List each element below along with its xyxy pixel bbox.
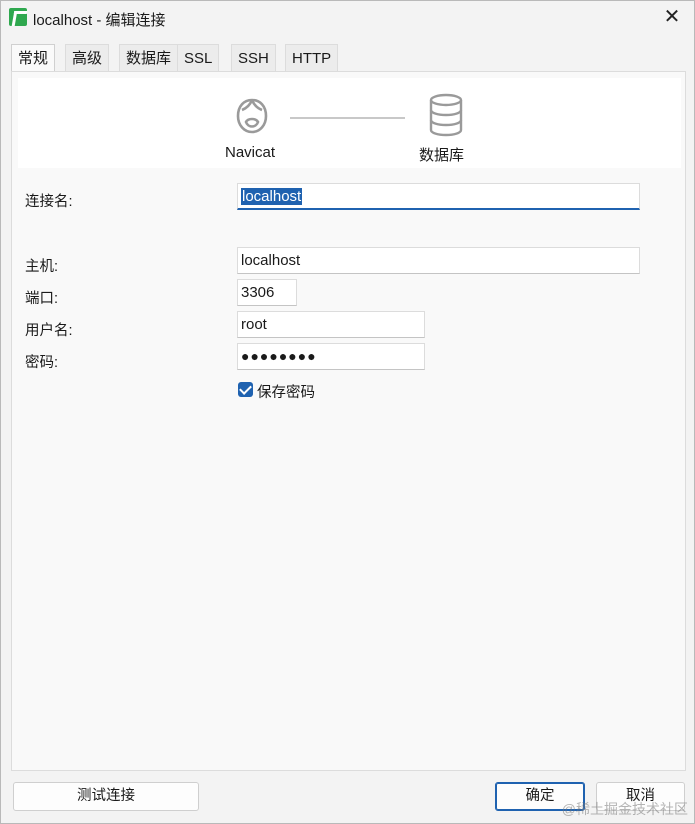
database-label: 数据库 (419, 147, 465, 164)
save-password-label[interactable]: 保存密码 (257, 381, 315, 402)
window-title: localhost - 编辑连接 (33, 12, 166, 29)
password-label: 密码: (25, 355, 59, 371)
close-icon[interactable]: ✕ (660, 5, 684, 29)
tab-bar: 常规 高级 数据库 SSL SSH HTTP (11, 44, 686, 73)
username-label: 用户名: (25, 323, 73, 339)
edit-connection-window: localhost - 编辑连接 ✕ 常规 高级 数据库 SSL SSH HTT… (0, 0, 695, 824)
host-input[interactable]: localhost (237, 247, 640, 274)
save-password-checkbox[interactable] (238, 382, 253, 397)
tab-ssl[interactable]: SSL (177, 44, 220, 72)
port-label: 端口: (25, 291, 59, 307)
connection-banner: Navicat 数据库 (18, 78, 681, 168)
password-masked-value: ●●●●●●●● (241, 348, 317, 364)
tab-general[interactable]: 常规 (11, 44, 56, 73)
watermark: @稀土掘金技术社区 (561, 801, 688, 817)
connection-name-input[interactable]: localhost (237, 183, 640, 210)
connection-name-label: 连接名: (25, 194, 73, 210)
username-input[interactable]: root (237, 311, 425, 338)
database-icon (429, 93, 463, 137)
tab-http[interactable]: HTTP (285, 44, 339, 72)
test-connection-button[interactable]: 测试连接 (13, 782, 199, 811)
general-tab-panel: Navicat 数据库 连接名: localhost 主机: localhost… (11, 71, 686, 771)
navicat-label: Navicat (225, 144, 276, 161)
navicat-logo-icon (236, 98, 268, 134)
connection-line (290, 117, 405, 119)
tab-databases[interactable]: 数据库 (119, 44, 179, 72)
connection-name-value: localhost (241, 188, 303, 205)
tab-advanced[interactable]: 高级 (65, 44, 110, 72)
port-input[interactable]: 3306 (237, 279, 297, 306)
host-label: 主机: (25, 259, 59, 275)
password-input[interactable]: ●●●●●●●● (237, 343, 425, 370)
title-bar: localhost - 编辑连接 ✕ (1, 1, 694, 35)
navicat-app-icon (9, 8, 27, 26)
tab-ssh[interactable]: SSH (231, 44, 276, 72)
